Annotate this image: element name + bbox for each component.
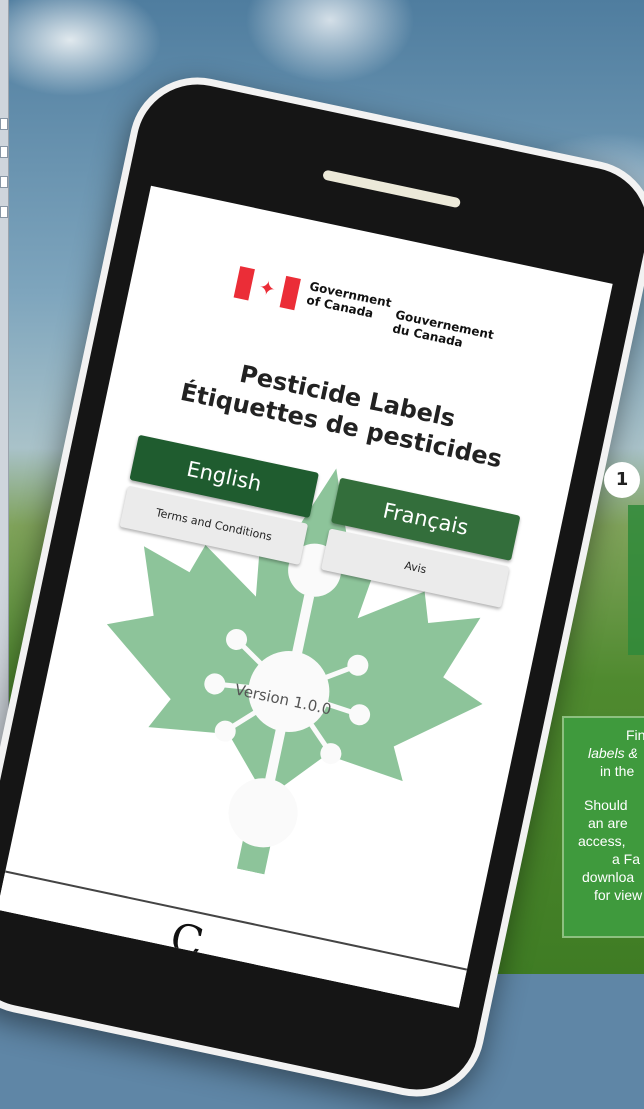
- info-line: a Fa: [612, 851, 641, 867]
- info-line: labels &: [588, 745, 638, 761]
- step-number-badge: 1: [604, 462, 640, 498]
- info-paragraph-2: Should an are access, a Fa downloa for v…: [564, 796, 644, 904]
- phone-speaker: [322, 169, 462, 209]
- window-edge-tab: [0, 206, 8, 218]
- window-edge-tab: [0, 176, 8, 188]
- info-paragraph-1: Find labels & in the: [564, 726, 644, 780]
- info-line: an are: [588, 815, 628, 831]
- gov-name-en: Government of Canada: [305, 279, 393, 321]
- info-line: for view: [594, 887, 643, 903]
- government-of-canada-logo: ✦ Government of Canada Gouvernement du C…: [231, 262, 496, 365]
- window-edge-tab: [0, 146, 8, 158]
- window-edge-tab: [0, 118, 8, 130]
- info-box: Find labels & in the Should an are acces…: [562, 716, 644, 938]
- green-panel: [628, 505, 644, 655]
- gov-name-fr: Gouvernement du Canada: [391, 307, 495, 350]
- info-line: access,: [578, 833, 626, 849]
- info-line: downloa: [582, 869, 635, 885]
- info-line: Should: [584, 797, 628, 813]
- info-line: Find: [626, 727, 644, 743]
- canada-flag-icon: ✦: [233, 266, 301, 311]
- bottom-bar-glyph: C: [166, 912, 208, 968]
- info-line: in the: [600, 763, 635, 779]
